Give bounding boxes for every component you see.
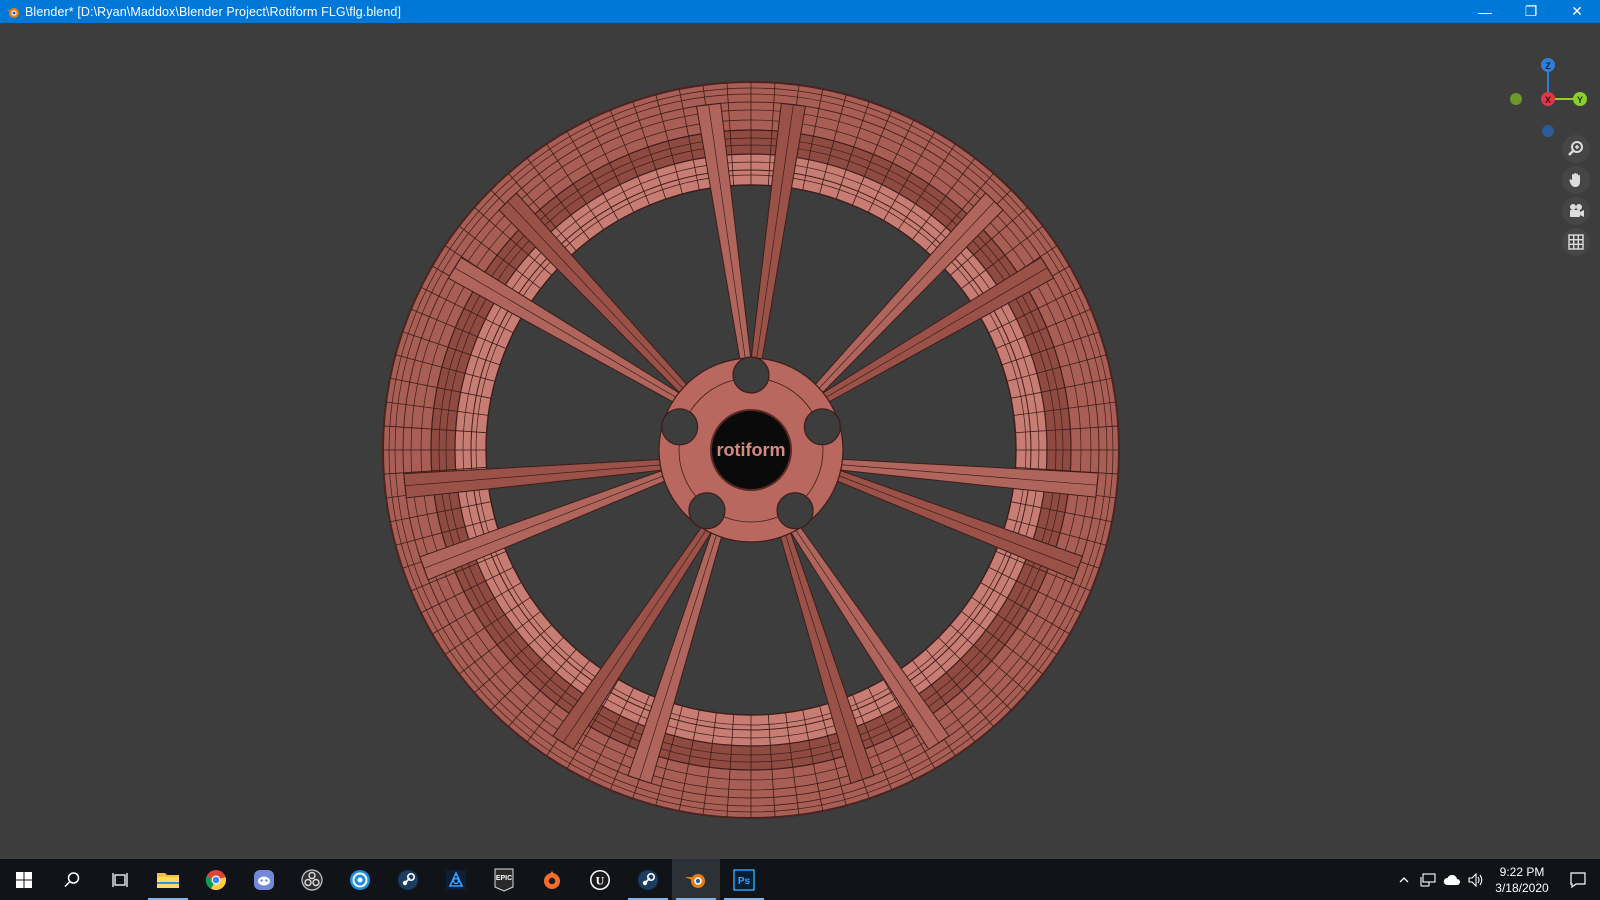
- cloud-icon: [1443, 874, 1460, 885]
- blender-logo-icon: [6, 7, 19, 18]
- gizmo-neg-z-axis[interactable]: [1542, 125, 1554, 137]
- taskbar-uplay[interactable]: [336, 859, 384, 900]
- wheel-model: rotiform: [382, 81, 1120, 819]
- start-button[interactable]: [0, 859, 48, 900]
- svg-text:EPIC: EPIC: [496, 875, 512, 882]
- network-icon: [1420, 872, 1436, 887]
- taskbar-battlenet[interactable]: [432, 859, 480, 900]
- photoshop-icon: Ps: [733, 868, 755, 891]
- search-button[interactable]: [48, 859, 96, 900]
- onedrive-button[interactable]: [1440, 859, 1464, 900]
- file-explorer-icon: [157, 872, 179, 888]
- origin-icon: [544, 870, 560, 889]
- show-hidden-icons-button[interactable]: [1392, 859, 1416, 900]
- viewport-nav-tools: [1562, 135, 1590, 256]
- speaker-icon: [1468, 872, 1483, 887]
- clock-date: 3/18/2020: [1495, 880, 1549, 895]
- taskbar-chrome[interactable]: [192, 859, 240, 900]
- maximize-button[interactable]: ❐: [1508, 0, 1554, 23]
- taskbar-clock[interactable]: 9:22 PM 3/18/2020: [1488, 859, 1556, 900]
- camera-icon[interactable]: [1562, 197, 1590, 225]
- zoom-icon[interactable]: [1562, 135, 1590, 163]
- taskbar-unreal-engine[interactable]: U: [576, 859, 624, 900]
- network-button[interactable]: [1416, 859, 1440, 900]
- window-title: Blender* [D:\Ryan\Maddox\Blender Project…: [25, 4, 402, 19]
- task-view-icon: [112, 872, 128, 887]
- gizmo-neg-y-axis[interactable]: [1510, 93, 1522, 105]
- taskbar-discord[interactable]: [240, 859, 288, 900]
- close-button[interactable]: ✕: [1554, 0, 1600, 23]
- taskbar-obs[interactable]: [288, 859, 336, 900]
- battlenet-icon: [446, 869, 466, 890]
- navigation-gizmo[interactable]: Z Y X: [1498, 49, 1590, 139]
- search-icon: [64, 871, 80, 887]
- task-view-button[interactable]: [96, 859, 144, 900]
- grid-icon[interactable]: [1562, 228, 1590, 256]
- svg-text:U: U: [596, 873, 605, 887]
- start-icon: [16, 871, 32, 888]
- discord-icon: [254, 869, 274, 890]
- chevron-up-icon: [1399, 876, 1409, 882]
- lug-hole: [803, 408, 841, 446]
- taskbar-photoshop[interactable]: Ps: [720, 859, 768, 900]
- notification-icon: [1570, 871, 1586, 888]
- chrome-icon: [205, 869, 226, 890]
- hand-pan-icon[interactable]: [1562, 166, 1590, 194]
- taskbar-epic-games[interactable]: EPIC: [480, 859, 528, 900]
- blender-icon: [685, 873, 705, 888]
- lug-hole: [661, 408, 699, 446]
- volume-button[interactable]: [1464, 859, 1488, 900]
- taskbar-steam[interactable]: [384, 859, 432, 900]
- unreal-engine-icon: U: [590, 869, 610, 890]
- lug-hole: [776, 492, 814, 530]
- svg-text:Z: Z: [1545, 61, 1551, 71]
- 3d-viewport[interactable]: rotiform Z Y X: [0, 23, 1600, 859]
- taskbar-file-explorer[interactable]: [144, 859, 192, 900]
- svg-text:Ps: Ps: [738, 876, 751, 887]
- action-center-button[interactable]: [1556, 859, 1600, 900]
- system-tray: 9:22 PM 3/18/2020: [1392, 859, 1600, 900]
- window-controls: — ❐ ✕: [1462, 0, 1600, 23]
- minimize-button[interactable]: —: [1462, 0, 1508, 23]
- taskbar-origin[interactable]: [528, 859, 576, 900]
- uplay-icon: [350, 869, 370, 890]
- taskbar: EPIC U Ps 9:22 PM 3/18/2020: [0, 859, 1600, 900]
- steam-icon: [398, 869, 418, 890]
- lug-hole: [688, 492, 726, 530]
- svg-text:Y: Y: [1577, 95, 1583, 105]
- obs-icon: [301, 868, 323, 891]
- center-cap-logo: rotiform: [717, 440, 786, 460]
- title-bar: Blender* [D:\Ryan\Maddox\Blender Project…: [0, 0, 1600, 23]
- epic-games-icon: EPIC: [494, 868, 514, 892]
- svg-text:X: X: [1545, 95, 1551, 105]
- steam-icon: [638, 869, 658, 890]
- clock-time: 9:22 PM: [1499, 864, 1545, 879]
- taskbar-blender[interactable]: [672, 859, 720, 900]
- taskbar-steam-open[interactable]: [624, 859, 672, 900]
- lug-hole: [732, 356, 770, 394]
